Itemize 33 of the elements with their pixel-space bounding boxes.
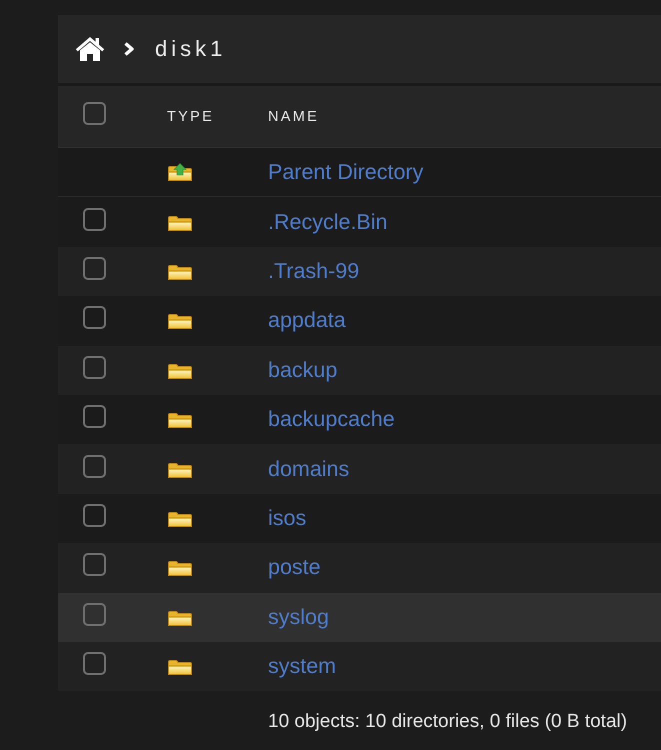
- folder-link[interactable]: backup: [268, 358, 338, 383]
- row-checkbox[interactable]: [83, 504, 106, 527]
- row-checkbox[interactable]: [83, 306, 106, 330]
- folder-link[interactable]: backupcache: [268, 407, 395, 432]
- folder-icon: [167, 558, 193, 578]
- folder-link[interactable]: syslog: [268, 604, 329, 630]
- folder-link[interactable]: domains: [268, 456, 350, 482]
- folder-icon: [167, 311, 193, 330]
- select-all-checkbox[interactable]: [83, 102, 106, 125]
- row-checkbox[interactable]: [83, 553, 106, 576]
- row-checkbox[interactable]: [83, 208, 106, 231]
- folder-link[interactable]: .Recycle.Bin: [268, 210, 388, 235]
- home-icon[interactable]: [75, 36, 105, 62]
- folder-link[interactable]: system: [268, 654, 336, 680]
- folder-link[interactable]: .Trash-99: [268, 258, 360, 284]
- row-checkbox[interactable]: [83, 356, 106, 379]
- column-header: TYPE: [167, 108, 214, 124]
- row-checkbox[interactable]: [83, 454, 106, 478]
- folder-up-arrow-icon: [167, 162, 193, 182]
- parent-directory-link[interactable]: Parent Directory: [268, 160, 424, 185]
- row-checkbox[interactable]: [83, 256, 106, 280]
- folder-link[interactable]: poste: [268, 555, 321, 580]
- folder-link[interactable]: isos: [268, 506, 306, 531]
- chevron-icon: [123, 41, 135, 57]
- folder-icon: [167, 657, 193, 676]
- row-checkbox[interactable]: [83, 602, 106, 626]
- breadcrumb-current: disk1: [155, 36, 226, 62]
- folder-icon: [167, 410, 193, 430]
- status-text: 10 objects: 10 directories, 0 files (0 B total): [268, 710, 628, 733]
- folder-link[interactable]: appdata: [268, 308, 346, 334]
- row-checkbox[interactable]: [83, 652, 106, 676]
- row-checkbox[interactable]: [83, 405, 106, 428]
- column-header: NAME: [268, 108, 320, 124]
